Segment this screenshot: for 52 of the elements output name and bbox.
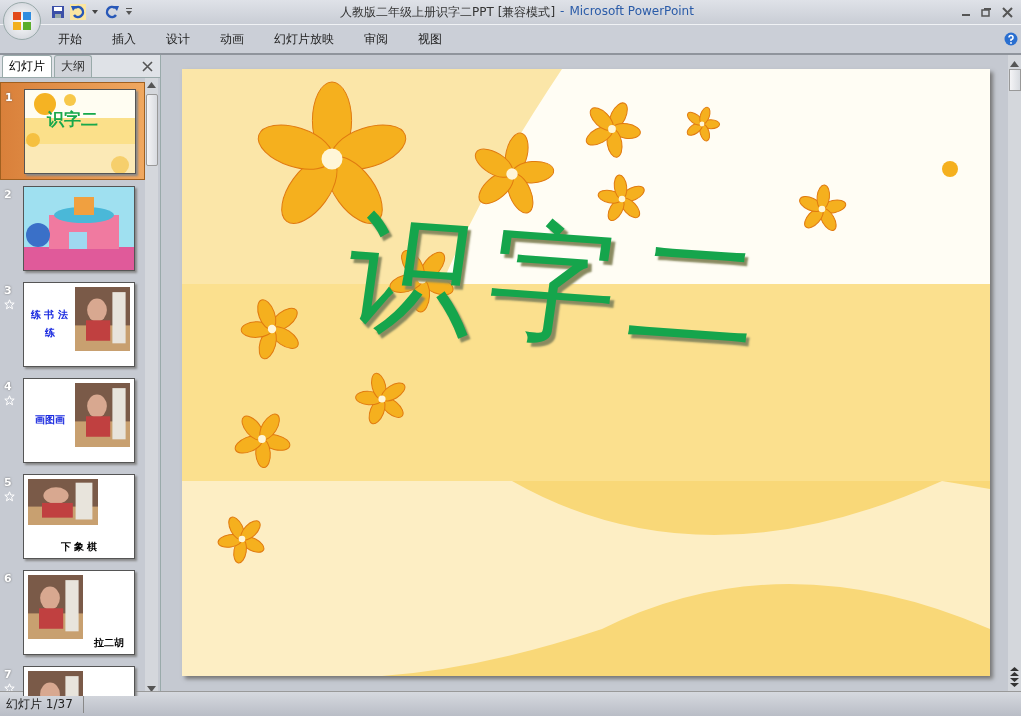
scroll-up-icon[interactable] [147, 82, 156, 88]
customize-arrow-icon[interactable] [125, 8, 133, 16]
save-icon[interactable] [51, 5, 65, 19]
panel-tab[interactable]: 幻灯片 [2, 55, 52, 77]
undo-icon[interactable] [70, 4, 86, 20]
ribbon-tab[interactable]: 动画 [220, 30, 244, 48]
slide-counter: 幻灯片 1/37 [0, 695, 84, 713]
thumbnail-text: 练 [44, 326, 55, 340]
slide-number: 7 [4, 668, 13, 681]
ribbon-tab[interactable]: 插入 [112, 30, 136, 48]
close-icon[interactable] [142, 61, 153, 72]
thumbnail-text: 练 书 法 [31, 308, 68, 322]
previous-slide-icon[interactable] [1010, 667, 1019, 676]
slide-number: 3 [4, 284, 13, 297]
slide-number: 5 [4, 476, 13, 489]
ribbon-tab[interactable]: 审阅 [364, 30, 388, 48]
slide-number: 1 [5, 91, 14, 104]
help-icon[interactable] [1004, 32, 1018, 46]
slide-row[interactable]: 6 拉二胡 [0, 564, 145, 660]
dropdown-arrow-icon[interactable] [91, 8, 99, 16]
office-button[interactable] [3, 2, 41, 40]
slide-row[interactable]: 4 画图画 [0, 372, 145, 468]
thumbnail-title: 识字二 [47, 107, 98, 131]
thumbnail-text: 画图画 [34, 413, 65, 427]
thumbnail-text: 拉二胡 [93, 635, 124, 650]
slide-thumbnail[interactable]: 拉二胡 [23, 569, 135, 655]
scroll-up-icon[interactable] [1010, 61, 1019, 67]
slide-number: 6 [4, 572, 13, 585]
scrollbar-thumb[interactable] [145, 94, 158, 166]
document-title: 人教版二年级上册识字二PPT [兼容模式] [340, 3, 556, 21]
slide-thumbnail[interactable]: 练 书 法 练 [23, 281, 135, 367]
redo-icon[interactable] [104, 4, 120, 20]
slide-row[interactable]: 3 练 书 法 练 [0, 276, 145, 372]
ribbon-tab[interactable]: 开始 [58, 30, 82, 48]
panel-tab[interactable]: 大纲 [54, 55, 92, 77]
scrollbar-thumb[interactable] [1008, 69, 1021, 91]
title-separator: - [560, 3, 565, 20]
slide-number: 2 [4, 188, 13, 201]
slide-number: 4 [4, 380, 13, 393]
close-icon[interactable] [1002, 6, 1013, 18]
logo-icon [11, 10, 33, 32]
thumbnail-text: 下 象 棋 [60, 539, 98, 554]
ribbon-tab[interactable]: 幻灯片放映 [274, 30, 334, 48]
restore-icon[interactable] [981, 7, 992, 17]
slide-title: 识字二 [336, 193, 785, 375]
ribbon-tab[interactable]: 视图 [418, 30, 442, 48]
app-name: Microsoft PowerPoint [569, 3, 694, 20]
slide-row[interactable]: 5 下 象 棋 [0, 468, 145, 564]
ribbon-tab[interactable]: 设计 [166, 30, 190, 48]
next-slide-icon[interactable] [1010, 678, 1019, 687]
slide-thumbnail[interactable]: 画图画 [23, 377, 135, 463]
slide-thumbnail[interactable]: 下 象 棋 [23, 473, 135, 559]
